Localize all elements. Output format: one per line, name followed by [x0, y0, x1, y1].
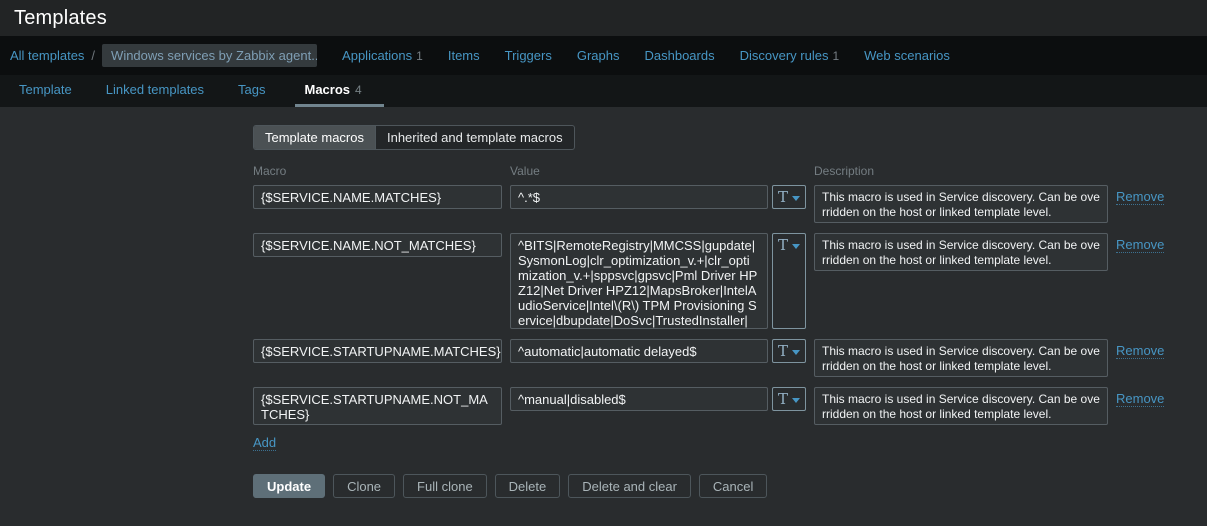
remove-macro-link[interactable]: Remove [1116, 343, 1164, 359]
column-header-macro: Macro [253, 164, 502, 178]
delete-button[interactable]: Delete [495, 474, 561, 498]
breadcrumb: All templates / Windows services by Zabb… [10, 44, 317, 67]
macro-value-input[interactable]: ^automatic|automatic delayed$ [510, 339, 768, 363]
nav-items[interactable]: Items [448, 48, 480, 63]
tab-macros[interactable]: Macros4 [295, 75, 384, 107]
macro-name-input[interactable]: {$SERVICE.STARTUPNAME.NOT_MATCHES} [253, 387, 502, 425]
full-clone-button[interactable]: Full clone [403, 474, 487, 498]
macro-source-radiogroup: Template macros Inherited and template m… [253, 125, 575, 150]
breadcrumb-nav-bar: All templates / Windows services by Zabb… [0, 36, 1207, 75]
chevron-down-icon [792, 196, 800, 201]
macro-row-3: {$SERVICE.STARTUPNAME.MATCHES} ^automati… [253, 339, 1207, 377]
macro-row-4: {$SERVICE.STARTUPNAME.NOT_MATCHES} ^manu… [253, 387, 1207, 425]
radio-inherited-and-template-macros[interactable]: Inherited and template macros [375, 126, 574, 149]
chevron-down-icon [792, 350, 800, 355]
breadcrumb-separator: / [91, 48, 95, 63]
applications-count: 1 [416, 49, 423, 63]
macro-value-input[interactable]: ^manual|disabled$ [510, 387, 768, 411]
macro-value-input[interactable]: ^.*$ [510, 185, 768, 209]
chevron-down-icon [792, 398, 800, 403]
template-nav-links: Applications1 Items Triggers Graphs Dash… [342, 48, 950, 63]
add-macro-link[interactable]: Add [253, 435, 276, 451]
update-button[interactable]: Update [253, 474, 325, 498]
breadcrumb-current-template: Windows services by Zabbix agent... [102, 44, 317, 67]
macro-row-2: {$SERVICE.NAME.NOT_MATCHES} ^BITS|Remote… [253, 233, 1207, 329]
macros-count: 4 [355, 83, 362, 97]
page-title: Templates [14, 7, 107, 30]
macro-description-input[interactable]: This macro is used in Service discovery.… [814, 185, 1108, 223]
chevron-down-icon [792, 244, 800, 249]
value-type-button[interactable]: T [772, 339, 806, 363]
cancel-button[interactable]: Cancel [699, 474, 767, 498]
text-type-icon: T [778, 342, 788, 360]
remove-macro-link[interactable]: Remove [1116, 237, 1164, 253]
nav-web-scenarios[interactable]: Web scenarios [864, 48, 950, 63]
value-type-button[interactable]: T [772, 387, 806, 411]
template-tabs: Template Linked templates Tags Macros4 [0, 75, 1207, 107]
macro-row-1: {$SERVICE.NAME.MATCHES} ^.*$ T This macr… [253, 185, 1207, 223]
macros-form: Template macros Inherited and template m… [0, 107, 1207, 498]
breadcrumb-all-templates[interactable]: All templates [10, 48, 84, 63]
value-type-button[interactable]: T [772, 185, 806, 209]
text-type-icon: T [778, 236, 788, 254]
macro-description-input[interactable]: This macro is used in Service discovery.… [814, 233, 1108, 271]
title-bar: Templates [0, 0, 1207, 36]
clone-button[interactable]: Clone [333, 474, 395, 498]
delete-and-clear-button[interactable]: Delete and clear [568, 474, 691, 498]
nav-triggers[interactable]: Triggers [505, 48, 552, 63]
discovery-rules-count: 1 [832, 49, 839, 63]
value-type-button[interactable]: T [772, 233, 806, 329]
radio-template-macros[interactable]: Template macros [254, 126, 375, 149]
macro-name-input[interactable]: {$SERVICE.STARTUPNAME.MATCHES} [253, 339, 502, 363]
column-header-value: Value [510, 164, 806, 178]
tab-template[interactable]: Template [14, 75, 77, 107]
nav-dashboards[interactable]: Dashboards [644, 48, 714, 63]
macro-description-input[interactable]: This macro is used in Service discovery.… [814, 339, 1108, 377]
text-type-icon: T [778, 188, 788, 206]
macro-description-input[interactable]: This macro is used in Service discovery.… [814, 387, 1108, 425]
text-type-icon: T [778, 390, 788, 408]
nav-graphs[interactable]: Graphs [577, 48, 620, 63]
tab-tags[interactable]: Tags [233, 75, 270, 107]
macro-name-input[interactable]: {$SERVICE.NAME.MATCHES} [253, 185, 502, 209]
nav-discovery-rules[interactable]: Discovery rules1 [740, 48, 840, 63]
macros-column-headers: Macro Value Description [253, 164, 1207, 178]
column-header-description: Description [814, 164, 1108, 178]
remove-macro-link[interactable]: Remove [1116, 189, 1164, 205]
form-footer-buttons: Update Clone Full clone Delete Delete an… [253, 474, 1207, 498]
remove-macro-link[interactable]: Remove [1116, 391, 1164, 407]
nav-applications[interactable]: Applications1 [342, 48, 423, 63]
tab-linked-templates[interactable]: Linked templates [101, 75, 209, 107]
macro-value-input[interactable]: ^BITS|RemoteRegistry|MMCSS|gupdate|Sysmo… [510, 233, 768, 329]
macro-name-input[interactable]: {$SERVICE.NAME.NOT_MATCHES} [253, 233, 502, 257]
